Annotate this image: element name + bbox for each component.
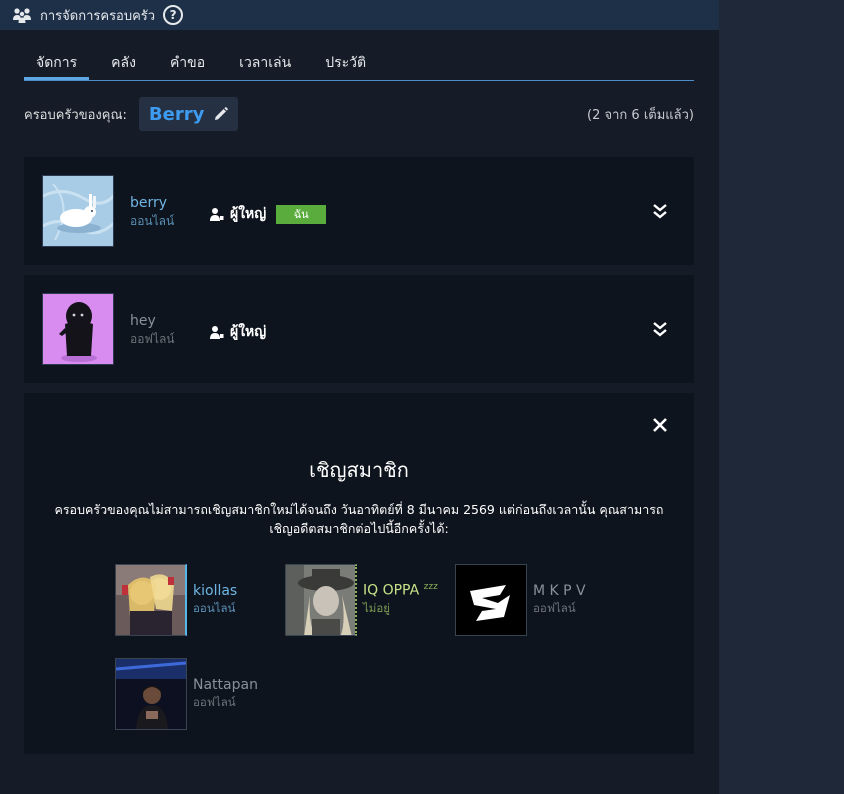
avatar xyxy=(285,564,357,636)
member-status: ออนไลน์ xyxy=(130,214,175,228)
member-role: ผู้ใหญ่ ฉัน xyxy=(210,203,327,225)
tab-bar: จัดการ คลัง คำขอ เวลาเล่น ประวัติ xyxy=(24,50,694,81)
member-name: hey xyxy=(130,313,156,329)
friend-name: kiollas xyxy=(193,582,238,599)
friend-name: Nattapan xyxy=(193,676,258,693)
member-role: ผู้ใหญ่ xyxy=(210,321,266,343)
former-member-kiollas[interactable]: kiollas ออนไลน์ xyxy=(115,564,237,636)
role-label: ผู้ใหญ่ xyxy=(230,324,267,340)
close-icon[interactable] xyxy=(652,417,668,433)
anime-duo-avatar-image xyxy=(116,565,185,635)
former-member-mkpv[interactable]: M K P V ออฟไลน์ xyxy=(455,564,586,636)
member-card-hey: hey ออฟไลน์ ผู้ใหญ่ xyxy=(24,275,694,383)
family-name-row: ครอบครัวของคุณ: Berry (2 จาก 6 เต็มแล้ว) xyxy=(24,97,694,131)
chevron-double-down-icon[interactable] xyxy=(652,203,668,219)
me-badge: ฉัน xyxy=(276,204,327,224)
avatar xyxy=(115,658,187,730)
friend-name: IQ OPPA zzz xyxy=(363,582,438,599)
avatar[interactable] xyxy=(42,293,114,365)
chevron-double-down-icon[interactable] xyxy=(652,321,668,337)
pencil-icon xyxy=(215,107,229,120)
tab-requests[interactable]: คำขอ xyxy=(158,50,217,80)
member-name: berry xyxy=(130,195,168,211)
friend-status: ออฟไลน์ xyxy=(533,600,576,615)
night-portrait-avatar-image xyxy=(116,659,186,729)
family-icon xyxy=(13,8,31,23)
avatar xyxy=(455,564,527,636)
invite-description: ครอบครัวของคุณไม่สามารถเชิญสมาชิกใหม่ได้… xyxy=(54,502,664,536)
avatar[interactable] xyxy=(42,175,114,247)
logo-avatar-image xyxy=(456,565,526,635)
friend-status: ออนไลน์ xyxy=(193,600,236,615)
invite-member-panel: เชิญสมาชิก ครอบครัวของคุณไม่สามารถเชิญสม… xyxy=(24,393,694,754)
role-label: ผู้ใหญ่ xyxy=(230,206,267,222)
family-management-window: การจัดการครอบครัว ? จัดการ คลัง คำขอ เวล… xyxy=(0,0,719,794)
family-name-edit-button[interactable]: Berry xyxy=(138,97,239,131)
tab-history[interactable]: ประวัติ xyxy=(313,50,378,80)
member-status: ออฟไลน์ xyxy=(130,332,175,346)
friend-name-text: IQ OPPA xyxy=(363,582,420,599)
family-name: Berry xyxy=(148,103,205,125)
adult-icon xyxy=(210,208,224,221)
former-member-nattapan[interactable]: Nattapan ออฟไลน์ xyxy=(115,658,258,730)
member-card-berry: berry ออนไลน์ ผู้ใหญ่ ฉัน xyxy=(24,157,694,265)
member-count: (2 จาก 6 เต็มแล้ว) xyxy=(587,107,694,123)
page-title: การจัดการครอบครัว xyxy=(40,8,156,24)
former-member-iq-oppa[interactable]: IQ OPPA zzz ไม่อยู่ xyxy=(285,564,438,636)
avatar xyxy=(115,564,187,636)
tab-manage[interactable]: จัดการ xyxy=(24,50,90,80)
tab-playtime[interactable]: เวลาเล่น xyxy=(227,50,303,80)
family-label: ครอบครัวของคุณ: xyxy=(24,107,127,123)
sleep-indicator: zzz xyxy=(423,582,438,593)
friend-status: ไม่อยู่ xyxy=(363,600,391,615)
bunny-avatar-image xyxy=(43,176,113,246)
invite-title: เชิญสมาชิก xyxy=(309,458,409,482)
right-gutter xyxy=(719,0,844,794)
tab-library[interactable]: คลัง xyxy=(99,50,148,80)
shadow-figure-avatar-image xyxy=(43,294,113,364)
title-bar: การจัดการครอบครัว ? xyxy=(0,0,719,30)
question-icon: ? xyxy=(169,8,177,22)
adult-icon xyxy=(210,326,224,339)
help-button[interactable]: ? xyxy=(163,5,184,25)
hat-portrait-avatar-image xyxy=(286,565,355,635)
friend-name: M K P V xyxy=(533,582,586,599)
friend-status: ออฟไลน์ xyxy=(193,694,236,709)
